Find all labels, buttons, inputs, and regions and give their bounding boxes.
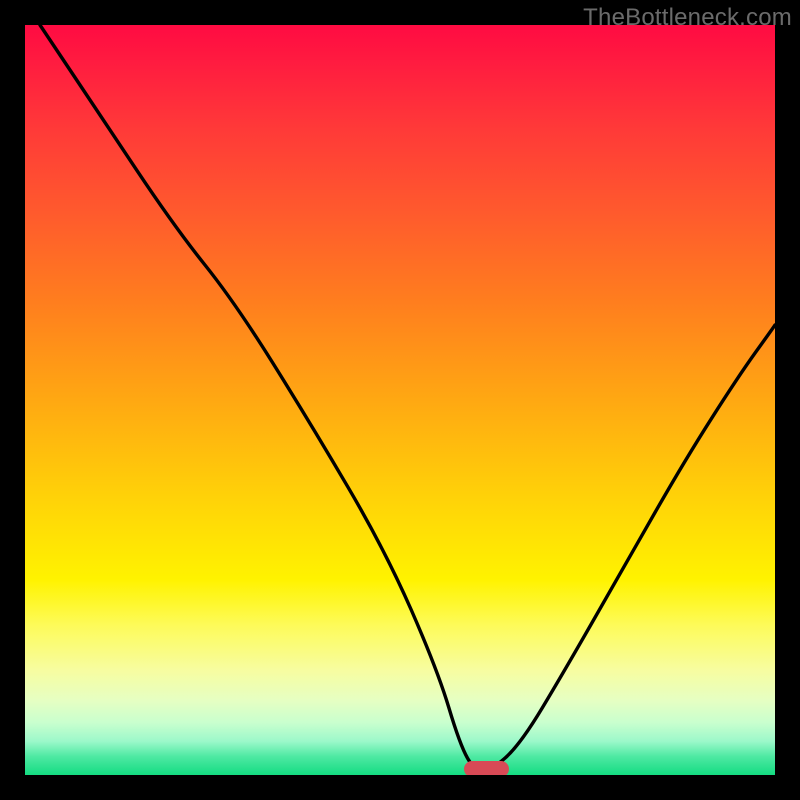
watermark-text: TheBottleneck.com [583, 4, 792, 32]
optimal-range-marker [464, 761, 509, 775]
chart-frame: TheBottleneck.com [0, 0, 800, 800]
bottleneck-curve [25, 25, 775, 775]
plot-area [25, 25, 775, 775]
